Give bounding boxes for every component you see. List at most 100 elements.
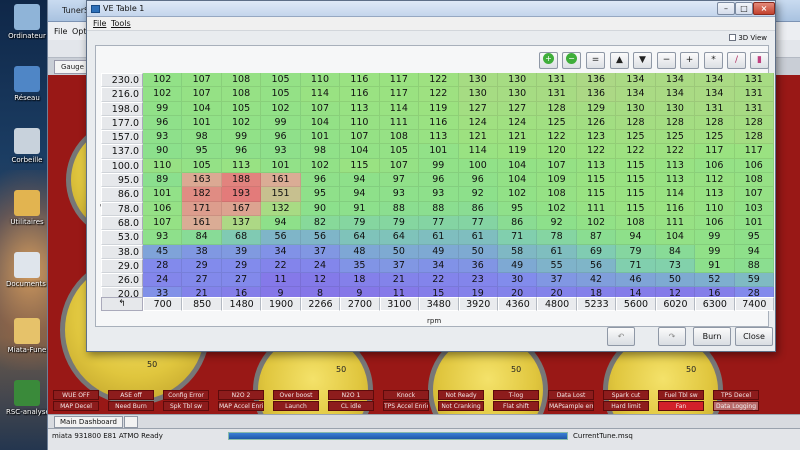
ve-table-cell[interactable]: 99	[143, 101, 183, 116]
ve-table-cell[interactable]: 79	[379, 215, 420, 231]
ve-table-cell[interactable]: 117	[734, 144, 774, 159]
add-button[interactable]: +	[680, 52, 699, 69]
ve-table-cell[interactable]: 94	[340, 173, 380, 188]
ve-table-cell[interactable]: 99	[695, 230, 735, 245]
ve-table-cell[interactable]: 29	[182, 258, 222, 274]
ve-table-cell[interactable]: 122	[419, 73, 459, 88]
ve-table-cell[interactable]: 134	[616, 87, 656, 102]
ve-table-cell[interactable]: 131	[734, 73, 774, 88]
ve-table-cell[interactable]: 92	[537, 215, 577, 231]
ve-table-cell[interactable]: 128	[734, 115, 774, 131]
new-tab-icon[interactable]	[124, 416, 138, 428]
ve-table-cell[interactable]: 134	[695, 87, 735, 102]
ve-table-cell[interactable]: 115	[576, 187, 617, 202]
desktop-icon[interactable]: Réseau	[6, 66, 48, 108]
ve-table-cell[interactable]: 101	[261, 158, 301, 174]
ve-table-cell[interactable]: 115	[616, 187, 656, 202]
ve-table-cell[interactable]: 101	[734, 215, 774, 231]
x-axis-label[interactable]: 5233	[576, 297, 617, 311]
ve-table-cell[interactable]: 91	[340, 201, 380, 216]
ve-table-cell[interactable]: 22	[419, 273, 459, 288]
ve-table-cell[interactable]: 136	[576, 87, 617, 102]
ve-table-cell[interactable]: 113	[655, 158, 696, 174]
color-palette-icon[interactable]: ▮	[750, 52, 769, 69]
y-axis-label[interactable]: 29.0	[101, 258, 143, 274]
ve-table-cell[interactable]: 116	[340, 87, 380, 102]
close-window-button[interactable]: ×	[753, 2, 775, 15]
ve-table-cell[interactable]: 99	[419, 158, 459, 174]
ve-table-cell[interactable]: 58	[497, 244, 538, 259]
ve-table-cell[interactable]: 77	[458, 215, 498, 231]
ve-table-cell[interactable]: 114	[300, 87, 341, 102]
y-axis-label[interactable]: 137.0	[101, 144, 143, 159]
ve-table-cell[interactable]: 101	[143, 187, 183, 202]
ve-table-cell[interactable]: 91	[695, 258, 735, 274]
menu-file[interactable]: File	[54, 27, 67, 36]
minimize-button[interactable]: –	[717, 2, 735, 15]
ve-table-cell[interactable]: 106	[734, 158, 774, 174]
increase-button[interactable]: +	[539, 52, 558, 69]
ve-table-cell[interactable]: 104	[182, 101, 222, 116]
ve-table-cell[interactable]: 61	[458, 230, 498, 245]
ve-table-cell[interactable]: 84	[182, 230, 222, 245]
ve-table-cell[interactable]: 93	[143, 130, 183, 145]
ve-table-cell[interactable]: 130	[616, 101, 656, 116]
ve-table-cell[interactable]: 124	[458, 115, 498, 131]
ve-table-cell[interactable]: 101	[182, 115, 222, 131]
ve-table-cell[interactable]: 103	[734, 201, 774, 216]
ve-table-cell[interactable]: 64	[340, 230, 380, 245]
desktop-icon[interactable]: Miata-Fune	[6, 318, 48, 360]
ve-table-cell[interactable]: 64	[379, 230, 420, 245]
ve-table-cell[interactable]: 94	[261, 215, 301, 231]
ve-table-cell[interactable]: 132	[261, 201, 301, 216]
ve-table-cell[interactable]: 125	[616, 130, 656, 145]
view-3d-checkbox[interactable]	[729, 34, 737, 41]
x-axis-label[interactable]: 1900	[261, 297, 301, 311]
ve-table-cell[interactable]: 94	[340, 187, 380, 202]
desktop-icon[interactable]: Corbeille	[6, 128, 48, 170]
ve-table-cell[interactable]: 11	[261, 273, 301, 288]
ve-table-cell[interactable]: 23	[458, 273, 498, 288]
ve-table-cell[interactable]: 107	[340, 130, 380, 145]
ve-table-cell[interactable]: 98	[182, 130, 222, 145]
ve-table-cell[interactable]: 97	[379, 173, 420, 188]
ve-table-cell[interactable]: 93	[143, 230, 183, 245]
ve-table-cell[interactable]: 100	[458, 158, 498, 174]
ve-table-cell[interactable]: 106	[143, 201, 183, 216]
tab-main-dashboard[interactable]: Main Dashboard	[54, 416, 123, 428]
ve-table-cell[interactable]: 137	[221, 215, 262, 231]
ve-table-cell[interactable]: 114	[655, 187, 696, 202]
ve-table-cell[interactable]: 115	[576, 173, 617, 188]
ve-table-cell[interactable]: 102	[221, 115, 262, 131]
x-axis-label[interactable]: 2266	[300, 297, 341, 311]
y-axis-label[interactable]: 230.0	[101, 73, 143, 88]
ve-table-cell[interactable]: 163	[182, 173, 222, 188]
ve-table-cell[interactable]: 104	[340, 144, 380, 159]
ve-table-cell[interactable]: 18	[340, 273, 380, 288]
ve-table-cell[interactable]: 167	[221, 201, 262, 216]
y-axis-label[interactable]: 100.0	[101, 158, 143, 174]
redo-icon[interactable]: ↷	[658, 327, 686, 346]
ve-table-cell[interactable]: 93	[419, 187, 459, 202]
ve-table-cell[interactable]: 107	[379, 158, 420, 174]
ve-table-cell[interactable]: 21	[379, 273, 420, 288]
ve-table-cell[interactable]: 122	[576, 144, 617, 159]
x-axis-label[interactable]: 3920	[458, 297, 498, 311]
desktop-icon[interactable]: RSC-analyse Raccourci	[6, 380, 48, 422]
ve-table-cell[interactable]: 99	[695, 244, 735, 259]
ve-table-cell[interactable]: 92	[458, 187, 498, 202]
subtract-button[interactable]: −	[657, 52, 676, 69]
ve-table-cell[interactable]: 12	[300, 273, 341, 288]
ve-table-cell[interactable]: 61	[537, 244, 577, 259]
ve-table-cell[interactable]: 88	[379, 201, 420, 216]
ve-table-cell[interactable]: 113	[340, 101, 380, 116]
ve-table-cell[interactable]: 182	[182, 187, 222, 202]
ve-table-cell[interactable]: 108	[221, 73, 262, 88]
burn-button[interactable]: Burn	[693, 327, 731, 346]
ve-table-cell[interactable]: 79	[340, 215, 380, 231]
ve-table-cell[interactable]: 102	[497, 187, 538, 202]
ve-table-cell[interactable]: 50	[379, 244, 420, 259]
ve-table-cell[interactable]: 24	[143, 273, 183, 288]
menu-file[interactable]: File	[93, 19, 106, 28]
ve-table-cell[interactable]: 134	[616, 73, 656, 88]
